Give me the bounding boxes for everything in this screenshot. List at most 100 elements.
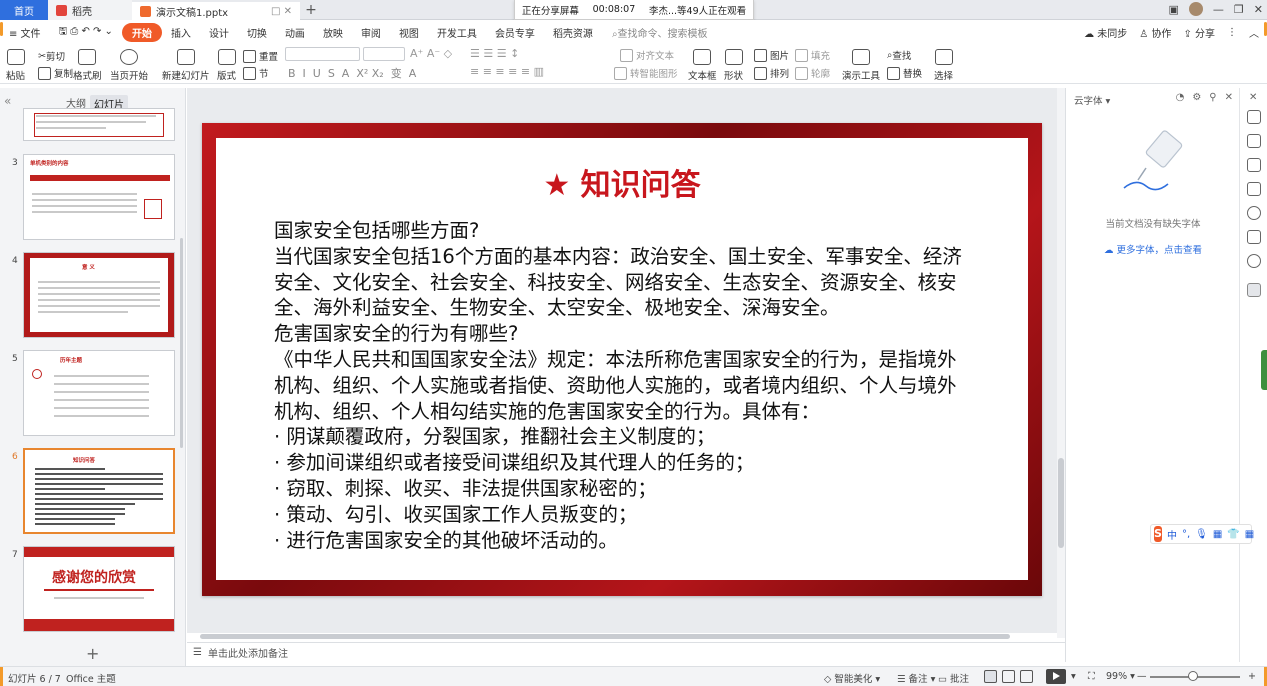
ime-toolbar[interactable]: S 中 °, 🎙 ▦ 👕 ▦ <box>1150 524 1254 544</box>
quick-access-icons[interactable]: 🖫 ⎙ ↶ ↷ ⌄ <box>50 24 122 41</box>
collapse-ribbon-icon[interactable]: ︿ <box>1249 25 1259 40</box>
slideshow-dropdown-icon[interactable]: ▾ <box>1071 671 1076 682</box>
reading-view-button[interactable] <box>1020 670 1033 683</box>
replace-button[interactable]: 替换 <box>887 66 922 80</box>
layout-icon[interactable]: ▣ <box>1169 3 1179 16</box>
copy-button[interactable]: 复制 <box>38 66 73 80</box>
menu-tab-member[interactable]: 会员专享 <box>486 25 544 40</box>
picture-button[interactable]: 图片 <box>754 48 789 62</box>
collaborate-button[interactable]: ♙ 协作 <box>1139 25 1171 40</box>
collapse-panel-icon[interactable]: « <box>4 94 11 108</box>
outline-button[interactable]: 轮廓 <box>795 66 830 80</box>
notes-area[interactable]: ☰ 单击此处添加备注 <box>187 642 1065 662</box>
sync-button[interactable]: ☁ 未同步 <box>1084 25 1127 40</box>
fill-button[interactable]: 填充 <box>795 48 830 62</box>
microphone-icon[interactable]: 🎙 <box>1195 529 1208 540</box>
menu-tab-developer[interactable]: 开发工具 <box>428 25 486 40</box>
menu-tab-animation[interactable]: 动画 <box>276 25 314 40</box>
close-strip-icon[interactable]: ✕ <box>1249 92 1257 103</box>
location-icon[interactable] <box>1247 254 1261 268</box>
tab-daoke[interactable]: 稻壳 <box>48 0 132 20</box>
font-grow-shrink-icons[interactable]: A⁺ A⁻ ◇ <box>410 47 452 60</box>
slide-thumbnail-7[interactable]: 感谢您的欣赏 <box>23 546 175 632</box>
transform-icon[interactable] <box>1247 134 1261 148</box>
apps-icon[interactable]: ▦ <box>1245 529 1254 540</box>
horizontal-scroll-thumb[interactable] <box>200 634 1010 639</box>
font-size-select[interactable] <box>363 47 405 61</box>
find-button[interactable]: ⌕ 查找 <box>887 48 911 63</box>
more-fonts-link[interactable]: ☁ 更多字体，点击查看 <box>1066 242 1240 256</box>
fit-window-icon[interactable]: ⛶ <box>1088 671 1095 682</box>
magic-icon[interactable] <box>1247 110 1261 124</box>
close-icon[interactable]: ✕ <box>1254 3 1263 16</box>
smart-beautify-button[interactable]: ◇ 智能美化 ▾ <box>824 671 880 685</box>
bold-italic-underline-icons[interactable]: B I U S A X² X₂ 变 A <box>288 65 416 81</box>
new-slide-button[interactable]: 新建幻灯片 <box>162 49 210 82</box>
command-search[interactable]: ⌕查找命令、搜索模板 <box>602 25 708 40</box>
menu-tab-review[interactable]: 审阅 <box>352 25 390 40</box>
new-tab-button[interactable]: + <box>303 2 319 18</box>
format-painter-button[interactable]: 格式刷 <box>73 49 102 82</box>
slide-body-textbox[interactable]: 国家安全包括哪些方面? 当代国家安全包括16个方面的基本内容：政治安全、国土安全… <box>274 218 974 553</box>
layout-button[interactable]: 版式 <box>217 49 236 82</box>
align-icons[interactable]: ≡ ≡ ≡ ≡ ≡ ▥ <box>470 65 544 78</box>
textbox-button[interactable]: 文本框 <box>688 49 717 82</box>
restore-icon[interactable]: ❐ <box>1234 3 1244 16</box>
file-menu[interactable]: ≡ 文件 <box>0 25 50 40</box>
zoom-in-button[interactable]: + <box>1248 671 1256 682</box>
shape-button[interactable]: 形状 <box>724 49 743 82</box>
slide-thumbnail-3[interactable]: 单机类别的内容 <box>23 154 175 240</box>
cloud-font-header[interactable]: 云字体 ▾ <box>1074 93 1110 107</box>
animation-icon[interactable] <box>1247 158 1261 172</box>
menu-tab-transition[interactable]: 切换 <box>238 25 276 40</box>
feedback-icon[interactable]: ◔ <box>1176 92 1185 103</box>
zoom-level[interactable]: 99% ▾ <box>1106 671 1135 682</box>
pin-icon[interactable]: ⚲ <box>1209 92 1216 103</box>
select-button[interactable]: 选择 <box>934 49 953 82</box>
current-slide[interactable]: ★ 知识问答 国家安全包括哪些方面? 当代国家安全包括16个方面的基本内容：政治… <box>202 123 1042 596</box>
help-icon[interactable] <box>1247 206 1261 220</box>
slide-sorter-button[interactable] <box>1002 670 1015 683</box>
present-tools-button[interactable]: 演示工具 <box>842 49 880 82</box>
ime-chinese-icon[interactable]: 中 <box>1167 527 1177 542</box>
more-icon[interactable]: ⋮ <box>1227 27 1237 38</box>
paste-button[interactable]: 粘贴 <box>6 49 25 82</box>
normal-view-button[interactable] <box>984 670 997 683</box>
slide-thumbnail-5[interactable]: 历年主题 <box>23 350 175 436</box>
zoom-slider-handle[interactable] <box>1188 671 1198 681</box>
thumbnail-scrollbar[interactable] <box>180 238 183 448</box>
keyboard-icon[interactable]: ▦ <box>1213 529 1222 540</box>
close-tab-icon[interactable]: □ ✕ <box>271 6 292 17</box>
avatar[interactable] <box>1188 2 1203 16</box>
notes-toggle-button[interactable]: ☰ 备注 ▾ <box>897 671 935 685</box>
zoom-out-button[interactable]: — <box>1137 671 1147 682</box>
settings-icon[interactable]: ⚙ <box>1192 92 1201 103</box>
smartart-button[interactable]: 转智能图形 <box>614 66 678 80</box>
menu-tab-design[interactable]: 设计 <box>200 25 238 40</box>
copy-panel-icon[interactable] <box>1247 182 1261 196</box>
skin-icon[interactable]: 👕 <box>1227 529 1239 540</box>
slide-title[interactable]: ★ 知识问答 <box>216 160 1028 204</box>
share-button[interactable]: ⇪ 分享 <box>1183 25 1215 40</box>
text-font-icon[interactable] <box>1247 283 1261 297</box>
menu-tab-slideshow[interactable]: 放映 <box>314 25 352 40</box>
canvas-vertical-scrollbar[interactable] <box>1057 88 1065 638</box>
minimize-icon[interactable]: — <box>1213 3 1224 16</box>
align-text-button[interactable]: 对齐文本 <box>620 48 674 62</box>
slide-thumbnail-2[interactable] <box>23 108 175 141</box>
arrange-button[interactable]: 排列 <box>754 66 789 80</box>
reset-button[interactable]: 重置 <box>243 49 278 63</box>
image-panel-icon[interactable] <box>1247 230 1261 244</box>
menu-tab-insert[interactable]: 插入 <box>162 25 200 40</box>
tab-document[interactable]: 演示文稿1.pptx □ ✕ <box>132 0 300 20</box>
menu-tab-daoke-resources[interactable]: 稻壳资源 <box>544 25 602 40</box>
slide-thumbnail-6[interactable]: 知识问答 <box>23 448 175 534</box>
add-slide-button[interactable]: + <box>86 644 99 663</box>
cut-button[interactable]: ✂ 剪切 <box>38 49 65 64</box>
canvas-horizontal-scrollbar[interactable] <box>200 634 1050 640</box>
list-icons[interactable]: ☰ ☰ ☰ ↕ <box>470 47 519 60</box>
tab-home[interactable]: 首页 <box>0 0 48 20</box>
ime-punct-icon[interactable]: °, <box>1182 529 1190 540</box>
menu-tab-view[interactable]: 视图 <box>390 25 428 40</box>
vertical-scroll-thumb[interactable] <box>1058 458 1064 548</box>
